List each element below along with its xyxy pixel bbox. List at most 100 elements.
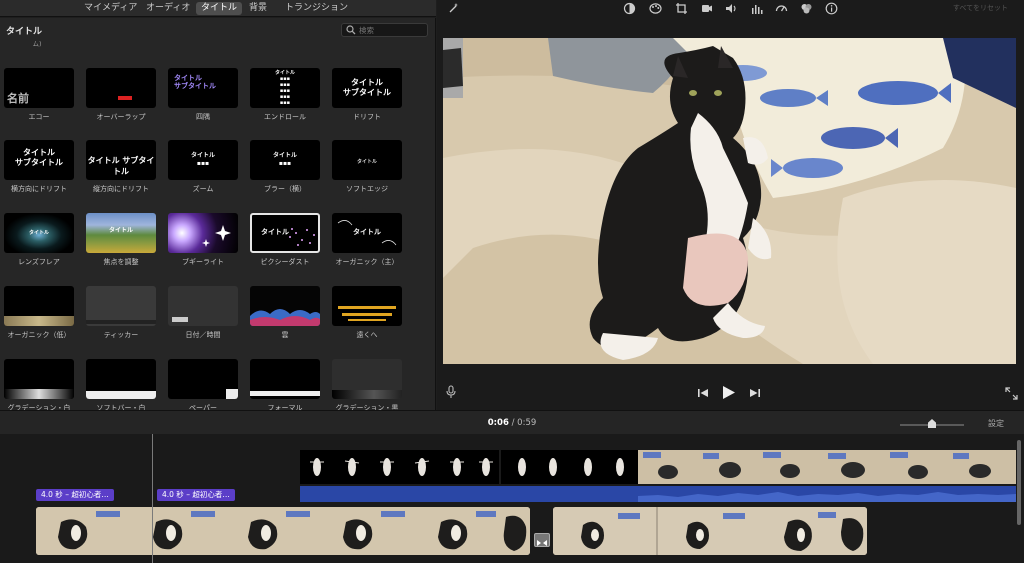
tab-titles[interactable]: タイトル: [196, 2, 243, 15]
title-tile[interactable]: タイトル ▪▪▪: [168, 140, 238, 180]
audio-track-2[interactable]: [638, 486, 1016, 502]
title-tile[interactable]: タイトル サブタイトル: [86, 140, 156, 180]
title-clip-chip[interactable]: 4.0 秒 – 超初心者…: [157, 489, 235, 501]
browser-title: タイトル: [6, 27, 43, 37]
title-tile-label: ソフトエッジ: [346, 185, 388, 193]
tile-preview-bar: [4, 389, 74, 399]
search-field[interactable]: [341, 23, 428, 37]
title-tile-label: ブギーライト: [182, 258, 224, 266]
title-tile[interactable]: タイトル: [332, 213, 402, 253]
tile-preview-text: タイトル ▪▪▪: [272, 152, 297, 167]
title-tile-label: 四隅: [196, 113, 210, 121]
tile-preview-text: 名前: [7, 92, 29, 105]
title-tile-label: グラデーション・白: [7, 404, 71, 410]
title-tile[interactable]: [168, 359, 238, 399]
title-tile[interactable]: タイトル ▪▪▪: [250, 140, 320, 180]
title-tile[interactable]: タイトル: [86, 213, 156, 253]
current-time: 0:06: [487, 418, 509, 428]
title-tile[interactable]: [86, 286, 156, 326]
microphone-icon[interactable]: [445, 385, 457, 399]
tile-preview-text: タイトル: [356, 159, 377, 165]
tile-preview-text: タイトル サブタイトル: [87, 156, 155, 176]
tab-backgrounds[interactable]: 背景: [244, 2, 272, 15]
tile-preview-bar: [4, 316, 74, 326]
title-tile[interactable]: [332, 286, 402, 326]
titles-browser: タイトル ム) 名前エコーオーバーラップタイトルサブタイトル四隅タイトル▪▪▪▪…: [0, 18, 436, 410]
title-tile-label: ズーム: [192, 185, 214, 193]
organic-ornament-icon: [337, 220, 397, 246]
timeline-scrollbar[interactable]: [1017, 440, 1021, 525]
title-tile[interactable]: タイトル: [332, 140, 402, 180]
title-tile[interactable]: タイトル サブタイトル: [332, 68, 402, 108]
audio-waveform: [638, 492, 1016, 502]
title-tile[interactable]: [250, 286, 320, 326]
color-balance-icon[interactable]: [623, 2, 636, 15]
filter-icon[interactable]: [800, 2, 813, 15]
fullscreen-icon[interactable]: [1005, 387, 1018, 400]
title-tile[interactable]: [250, 359, 320, 399]
main-clip-1[interactable]: [36, 507, 530, 555]
title-tile[interactable]: タイトル: [4, 213, 74, 253]
overlay-clip-cat-photos[interactable]: [638, 450, 1016, 484]
tile-preview-bar: [338, 306, 396, 309]
tile-preview-text: タイトル: [108, 227, 133, 234]
title-tile-label: 遠くへ: [356, 331, 378, 339]
reset-all-button[interactable]: すべてをリセット: [953, 3, 1008, 13]
audio-track-1[interactable]: [300, 486, 638, 502]
title-tile-label: レンズフレア: [18, 258, 60, 266]
title-tile[interactable]: [4, 286, 74, 326]
title-tile[interactable]: [86, 68, 156, 108]
title-tile-label: ブラー（横）: [264, 185, 306, 193]
tile-preview-bar: [250, 391, 320, 396]
equalizer-icon[interactable]: [750, 2, 763, 15]
time-separator: /: [511, 418, 515, 428]
tab-audio[interactable]: オーディオ: [141, 2, 195, 15]
tile-preview-bar: [342, 313, 392, 316]
speed-icon[interactable]: [775, 2, 788, 15]
title-clip-chip[interactable]: 4.0 秒 – 超初心者…: [36, 489, 114, 501]
title-tile[interactable]: [168, 286, 238, 326]
timecode: 0:06 / 0:59: [0, 418, 1024, 428]
title-tile-label: エンドロール: [264, 113, 306, 121]
title-tile-label: 日付／時間: [185, 331, 221, 339]
title-tile-label: ピクシーダスト: [260, 258, 310, 266]
tile-preview-text: タイトル サブタイトル: [174, 74, 216, 90]
title-tile[interactable]: タイトル サブタイトル: [168, 68, 238, 108]
crop-icon[interactable]: [675, 2, 688, 15]
volume-icon[interactable]: [725, 2, 738, 15]
tab-my-media[interactable]: マイメディア: [79, 2, 142, 15]
viewer-panel: すべてをリセット: [437, 0, 1024, 410]
play-icon[interactable]: [722, 385, 736, 400]
title-tile[interactable]: [332, 359, 402, 399]
total-time: 0:59: [517, 418, 537, 428]
title-tile[interactable]: [4, 359, 74, 399]
tab-transitions[interactable]: トランジション: [280, 2, 353, 15]
skip-back-icon[interactable]: [697, 388, 709, 398]
title-tile[interactable]: [168, 213, 238, 253]
stabilization-icon[interactable]: [700, 2, 713, 15]
tile-preview-text: タイトル サブタイトル: [15, 148, 63, 167]
title-tile[interactable]: タイトル: [250, 213, 320, 253]
transition-icon[interactable]: [534, 533, 550, 547]
magic-wand-icon[interactable]: [447, 2, 460, 15]
title-tile-label: オーガニック（主）: [335, 258, 399, 266]
playhead[interactable]: [152, 434, 153, 563]
info-icon[interactable]: [825, 2, 838, 15]
tile-preview-bar: [118, 96, 132, 100]
title-tile-label: 横方向にドリフト: [11, 185, 67, 193]
skip-forward-icon[interactable]: [749, 388, 761, 398]
main-clip-2[interactable]: [553, 507, 867, 555]
tile-preview-bar: [86, 391, 156, 399]
title-tile[interactable]: [86, 359, 156, 399]
settings-button[interactable]: 設定: [988, 418, 1004, 429]
tile-preview-bar: [348, 319, 386, 321]
search-input[interactable]: [359, 25, 425, 36]
cat-on-bed-image: [443, 38, 1016, 364]
title-tile-label: ドリフト: [353, 113, 381, 121]
overlay-clip-dancing-cats[interactable]: [300, 450, 638, 484]
timeline: 4.0 秒 – 超初心者… 4.0 秒 – 超初心者…: [0, 434, 1024, 563]
title-tile[interactable]: 名前: [4, 68, 74, 108]
color-palette-icon[interactable]: [649, 2, 662, 15]
title-tile[interactable]: タイトル ▪▪▪ ▪▪▪ ▪▪▪ ▪▪▪ ▪▪▪: [250, 68, 320, 108]
title-tile[interactable]: タイトル サブタイトル: [4, 140, 74, 180]
